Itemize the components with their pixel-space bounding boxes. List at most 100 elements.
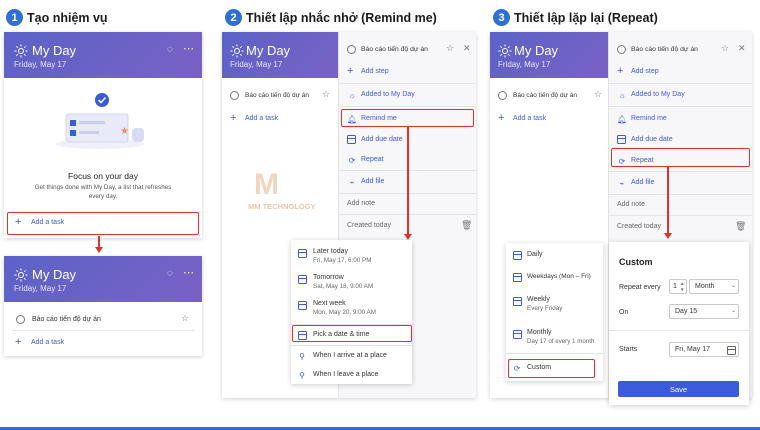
add-step-button[interactable]: Add step (361, 68, 389, 75)
my-day-header-3: My Day Friday, May 17 (222, 32, 338, 78)
divider (609, 171, 752, 172)
focus-illustration-icon: ★ (56, 93, 144, 149)
calendar-icon (513, 251, 522, 260)
chevron-down-icon[interactable]: ▼ (680, 287, 684, 292)
remind-arrive-place[interactable]: When I arrive at a place (313, 352, 387, 359)
lightbulb-icon[interactable]: ◌ (167, 44, 173, 55)
custom-repeat-dialog: Custom Repeat every 1 ▲ ▼ Month ⌄ On Day… (609, 242, 749, 405)
highlight-remind-me (341, 109, 474, 127)
my-day-date-3: Friday, May 17 (230, 60, 283, 69)
step-1-title: Tạo nhiệm vụ (27, 11, 108, 25)
add-task-button-2[interactable]: Add a task (31, 339, 64, 346)
location-icon: ⚲ (299, 351, 305, 361)
created-today-3: Created today (617, 223, 661, 230)
add-task-plus-icon: + (15, 336, 22, 348)
repeat-button[interactable]: Repeat (361, 156, 384, 163)
add-note-field-3[interactable]: Add note (617, 201, 645, 208)
created-today: Created today (347, 222, 391, 229)
repeat-interval-stepper[interactable]: 1 ▲ ▼ (669, 279, 687, 294)
task-name[interactable]: Báo cáo tiến độ dự án (32, 316, 101, 323)
star-icon[interactable]: ☆ (594, 89, 602, 100)
arrow-3-line (667, 167, 669, 234)
detail-star-icon[interactable]: ☆ (721, 43, 729, 54)
highlight-custom (508, 359, 595, 378)
repeat-weekdays[interactable]: Weekdays (Mon – Fri) (527, 273, 591, 280)
detail-complete-circle[interactable] (347, 45, 356, 54)
sun-icon: ☼ (618, 90, 626, 100)
calendar-icon[interactable] (727, 346, 736, 355)
calendar-icon (298, 275, 307, 284)
task-name-list[interactable]: Báo cáo tiến độ dự án (245, 92, 309, 99)
task-name-list-3[interactable]: Báo cáo tiến độ dự án (513, 92, 577, 99)
calendar-icon (617, 135, 626, 144)
divider (609, 83, 752, 84)
repeat-icon: ⟳ (348, 155, 356, 165)
trash-icon[interactable]: 🗑︎ (735, 221, 746, 232)
repeat-weekly[interactable]: Weekly (527, 296, 550, 303)
location-icon: ⚲ (299, 370, 305, 380)
remind-tomorrow[interactable]: Tomorrow (313, 274, 344, 281)
divider (609, 194, 752, 195)
divider (609, 106, 752, 107)
star-icon[interactable]: ☆ (181, 313, 189, 324)
divider (609, 215, 752, 216)
close-icon[interactable]: ✕ (463, 43, 471, 54)
save-button[interactable]: Save (618, 381, 739, 397)
detail-complete-circle[interactable] (617, 45, 626, 54)
star-icon[interactable]: ☆ (322, 89, 330, 100)
add-due-date-button[interactable]: Add due date (361, 136, 403, 143)
divider (291, 345, 412, 346)
lightbulb-icon[interactable]: ◌ (167, 268, 173, 279)
on-day-select[interactable]: Day 15 ⌄ (669, 304, 739, 319)
my-day-header: My Day Friday, May 17 ◌ ⋯ (4, 32, 202, 78)
divider (339, 83, 476, 84)
repeat-unit-select[interactable]: Month ⌄ (689, 279, 739, 294)
remind-later-today[interactable]: Later today (313, 248, 348, 255)
step-1-badge: 1 (6, 9, 23, 26)
add-task-button-4[interactable]: Add a task (513, 115, 546, 122)
add-task-plus-icon: + (230, 112, 237, 124)
task-complete-circle[interactable] (230, 91, 239, 100)
repeat-every-label: Repeat every (619, 284, 661, 291)
add-file-button-3[interactable]: Add file (631, 179, 654, 186)
detail-task-name-3[interactable]: Báo cáo tiến độ dự án (631, 46, 698, 53)
remind-me-button-3[interactable]: Remind me (631, 115, 667, 122)
close-icon[interactable]: ✕ (738, 43, 746, 54)
repeat-daily[interactable]: Daily (527, 251, 543, 258)
empty-state-heading: Focus on your day (68, 171, 138, 181)
detail-star-icon[interactable]: ☆ (446, 43, 454, 54)
more-options-icon[interactable]: ⋯ (183, 266, 194, 279)
add-task-button-3[interactable]: Add a task (245, 115, 278, 122)
calendar-icon (347, 135, 356, 144)
add-file-button[interactable]: Add file (361, 178, 384, 185)
add-note-field[interactable]: Add note (347, 200, 375, 207)
add-step-plus-icon: + (617, 65, 624, 77)
add-step-button-3[interactable]: Add step (631, 68, 659, 75)
bell-icon: 🔔︎ (616, 114, 628, 124)
divider (12, 330, 194, 331)
add-step-plus-icon: + (347, 65, 354, 77)
calendar-icon (298, 301, 307, 310)
task-complete-circle[interactable] (498, 91, 507, 100)
remind-next-week[interactable]: Next week (313, 300, 346, 307)
repeat-monthly[interactable]: Monthly (527, 329, 552, 336)
added-to-my-day-3[interactable]: Added to My Day (631, 91, 685, 98)
sun-icon (230, 44, 244, 58)
chevron-down-icon: ⌄ (731, 283, 737, 289)
watermark-logo: M (254, 168, 279, 201)
add-due-date-button-3[interactable]: Add due date (631, 136, 673, 143)
repeat-monthly-sub: Day 17 of every 1 month (527, 338, 595, 345)
svg-text:★: ★ (120, 126, 129, 137)
add-task-plus-icon: + (498, 112, 505, 124)
step-2-badge: 2 (225, 9, 242, 26)
detail-task-name[interactable]: Báo cáo tiến độ dự án (361, 46, 428, 53)
task-complete-circle[interactable] (16, 315, 25, 324)
more-options-icon[interactable]: ⋯ (183, 42, 194, 55)
trash-icon[interactable]: 🗑︎ (461, 220, 472, 231)
starts-date-field[interactable]: Fri, May 17 (669, 342, 739, 357)
added-to-my-day[interactable]: Added to My Day (361, 91, 415, 98)
my-day-empty-card: My Day Friday, May 17 ◌ ⋯ ★ Focus on you… (4, 32, 202, 238)
empty-state-body-1: Get things done with My Day, a list that… (34, 184, 172, 191)
chevron-up-icon[interactable]: ▲ (680, 281, 684, 286)
remind-leave-place[interactable]: When I leave a place (313, 371, 378, 378)
